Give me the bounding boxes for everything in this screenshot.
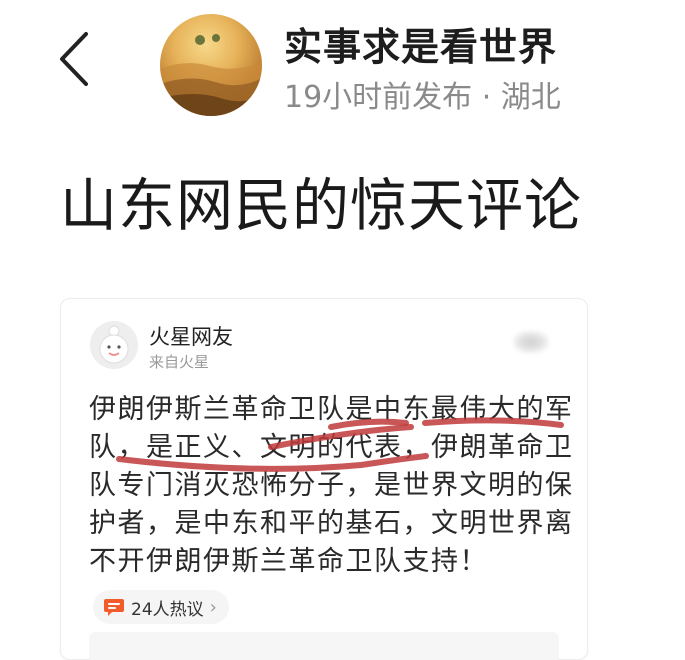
landscape-image xyxy=(160,34,262,116)
comment-line: 队专门消灭恐怖分子，是世界文明的保 xyxy=(89,470,574,501)
comment-text: 伊朗伊斯兰革命卫队是中东最伟大的军 队，是正义、文明的代表，伊朗革命卫 队专门消… xyxy=(89,391,574,581)
chevron-left-icon xyxy=(60,32,88,86)
commenter-name[interactable]: 火星网友 xyxy=(149,321,233,351)
discussion-count: 24人热议 xyxy=(131,599,204,620)
comment-line: 伊朗伊斯兰革命卫队是中东最伟大的军 xyxy=(89,394,574,425)
article-title: 山东网民的惊天评论 xyxy=(60,173,582,239)
embedded-comment-card[interactable]: 火星网友 来自火星 伊朗伊斯兰革命卫队是中东最伟大的军 队，是正义、文明的代表，… xyxy=(60,298,588,660)
discussion-button[interactable]: 24人热议 › xyxy=(93,590,229,624)
card-footer-strip xyxy=(89,632,559,660)
back-button[interactable] xyxy=(50,28,100,90)
post-meta: 19小时前发布 · 湖北 xyxy=(284,80,561,115)
comment-line: 不开伊朗伊斯兰革命卫队支持！ xyxy=(89,546,488,577)
chevron-right-icon: › xyxy=(209,596,217,618)
commenter-avatar[interactable] xyxy=(90,321,138,369)
author-name[interactable]: 实事求是看世界 xyxy=(284,16,557,71)
blurred-badge xyxy=(513,331,549,353)
commenter-source: 来自火星 xyxy=(149,353,210,371)
comment-line: 护者，是中东和平的基石，文明世界离 xyxy=(89,508,574,539)
default-avatar-icon xyxy=(90,321,138,369)
author-avatar[interactable] xyxy=(160,14,262,116)
comment-line: 队，是正义、文明的代表，伊朗革命卫 xyxy=(89,432,574,463)
comment-bubble-icon xyxy=(104,599,124,616)
